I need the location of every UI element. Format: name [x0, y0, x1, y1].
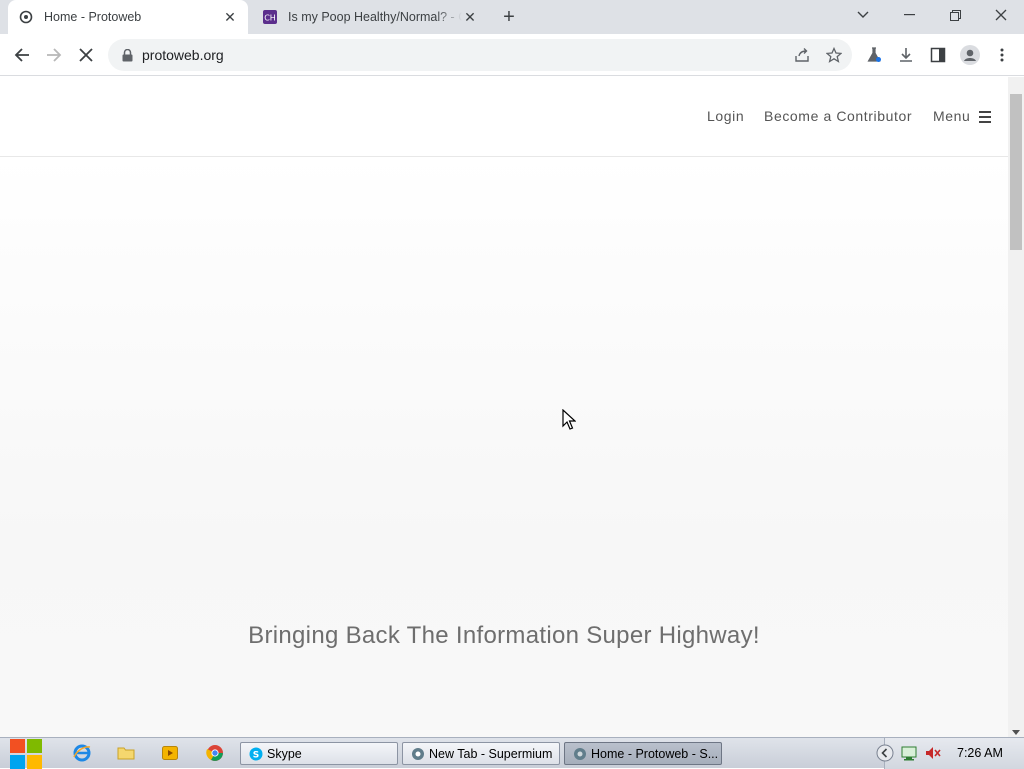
mouse-cursor-icon [562, 408, 577, 434]
tab-title: Is my Poop Healthy/Normal? - C [288, 10, 462, 24]
side-panel-icon[interactable] [922, 39, 954, 71]
skype-icon: S [249, 747, 263, 760]
hero-tagline: Bringing Back The Information Super High… [248, 622, 760, 649]
svg-text:S: S [253, 750, 259, 760]
svg-text:CH: CH [264, 14, 276, 23]
supermium-icon [412, 747, 424, 760]
folder-icon[interactable] [116, 743, 136, 763]
new-tab-button[interactable]: + [498, 6, 520, 28]
browser-toolbar: protoweb.org [0, 34, 1024, 76]
protoweb-favicon-icon [18, 9, 34, 25]
tab-protoweb[interactable]: Home - Protoweb ✕ [8, 0, 248, 34]
site-favicon-icon: CH [262, 9, 278, 25]
close-tab-icon[interactable]: ✕ [222, 9, 238, 25]
hamburger-icon[interactable] [979, 111, 991, 123]
stop-loading-button[interactable] [70, 39, 102, 71]
forward-button[interactable] [38, 39, 70, 71]
taskbar-button-new-tab[interactable]: New Tab - Supermium [402, 742, 560, 765]
scroll-down-arrow-icon[interactable] [1012, 730, 1020, 735]
taskbar: S Skype New Tab - Supermium Home - Proto… [0, 737, 1024, 769]
volume-muted-icon[interactable] [923, 743, 943, 763]
tab-strip: Home - Protoweb ✕ CH Is my Poop Healthy/… [0, 0, 1024, 34]
arrow-left-icon [14, 48, 29, 62]
chrome-icon[interactable] [205, 743, 225, 763]
close-tab-icon[interactable]: ✕ [462, 9, 478, 25]
taskbar-button-label: New Tab - Supermium [429, 746, 553, 761]
back-button[interactable] [6, 39, 38, 71]
share-icon[interactable] [786, 39, 818, 71]
lock-icon[interactable] [120, 48, 134, 62]
minimize-button[interactable] [886, 0, 932, 30]
web-page: Login Become a Contributor Menu Bringing… [0, 77, 1008, 737]
arrow-right-icon [47, 48, 62, 62]
tab-poop[interactable]: CH Is my Poop Healthy/Normal? - C ✕ [252, 0, 488, 34]
more-vertical-icon[interactable] [986, 39, 1018, 71]
network-icon[interactable] [899, 743, 919, 763]
flask-icon[interactable] [858, 39, 890, 71]
address-bar[interactable]: protoweb.org [108, 39, 852, 71]
scrollbar-thumb[interactable] [1010, 94, 1022, 250]
site-header: Login Become a Contributor Menu [0, 77, 1008, 157]
close-window-button[interactable] [978, 0, 1024, 30]
menu-link[interactable]: Menu [933, 108, 970, 124]
taskbar-button-skype[interactable]: S Skype [240, 742, 398, 765]
tab-search-icon[interactable] [840, 0, 886, 30]
login-link[interactable]: Login [707, 108, 744, 124]
tab-title: Home - Protoweb [44, 10, 142, 24]
system-tray [876, 738, 1024, 769]
bookmark-star-icon[interactable] [818, 39, 850, 71]
show-hidden-icons-icon[interactable] [875, 743, 895, 763]
url-text: protoweb.org [142, 47, 224, 63]
become-contributor-link[interactable]: Become a Contributor [764, 108, 912, 124]
internet-explorer-icon[interactable] [72, 743, 92, 763]
download-icon[interactable] [890, 39, 922, 71]
profile-icon[interactable] [954, 39, 986, 71]
taskbar-button-label: Skype [267, 746, 302, 761]
restore-button[interactable] [932, 0, 978, 30]
page-scrollbar[interactable] [1008, 77, 1024, 737]
taskbar-button-label: Home - Protoweb - S... [591, 746, 719, 761]
start-button[interactable] [8, 738, 44, 769]
stop-loading-icon [79, 48, 93, 62]
media-player-icon[interactable] [160, 743, 180, 763]
taskbar-button-protoweb[interactable]: Home - Protoweb - S... [564, 742, 722, 765]
system-clock[interactable]: 7:26 AM [957, 746, 1003, 760]
protoweb-icon [574, 747, 586, 760]
